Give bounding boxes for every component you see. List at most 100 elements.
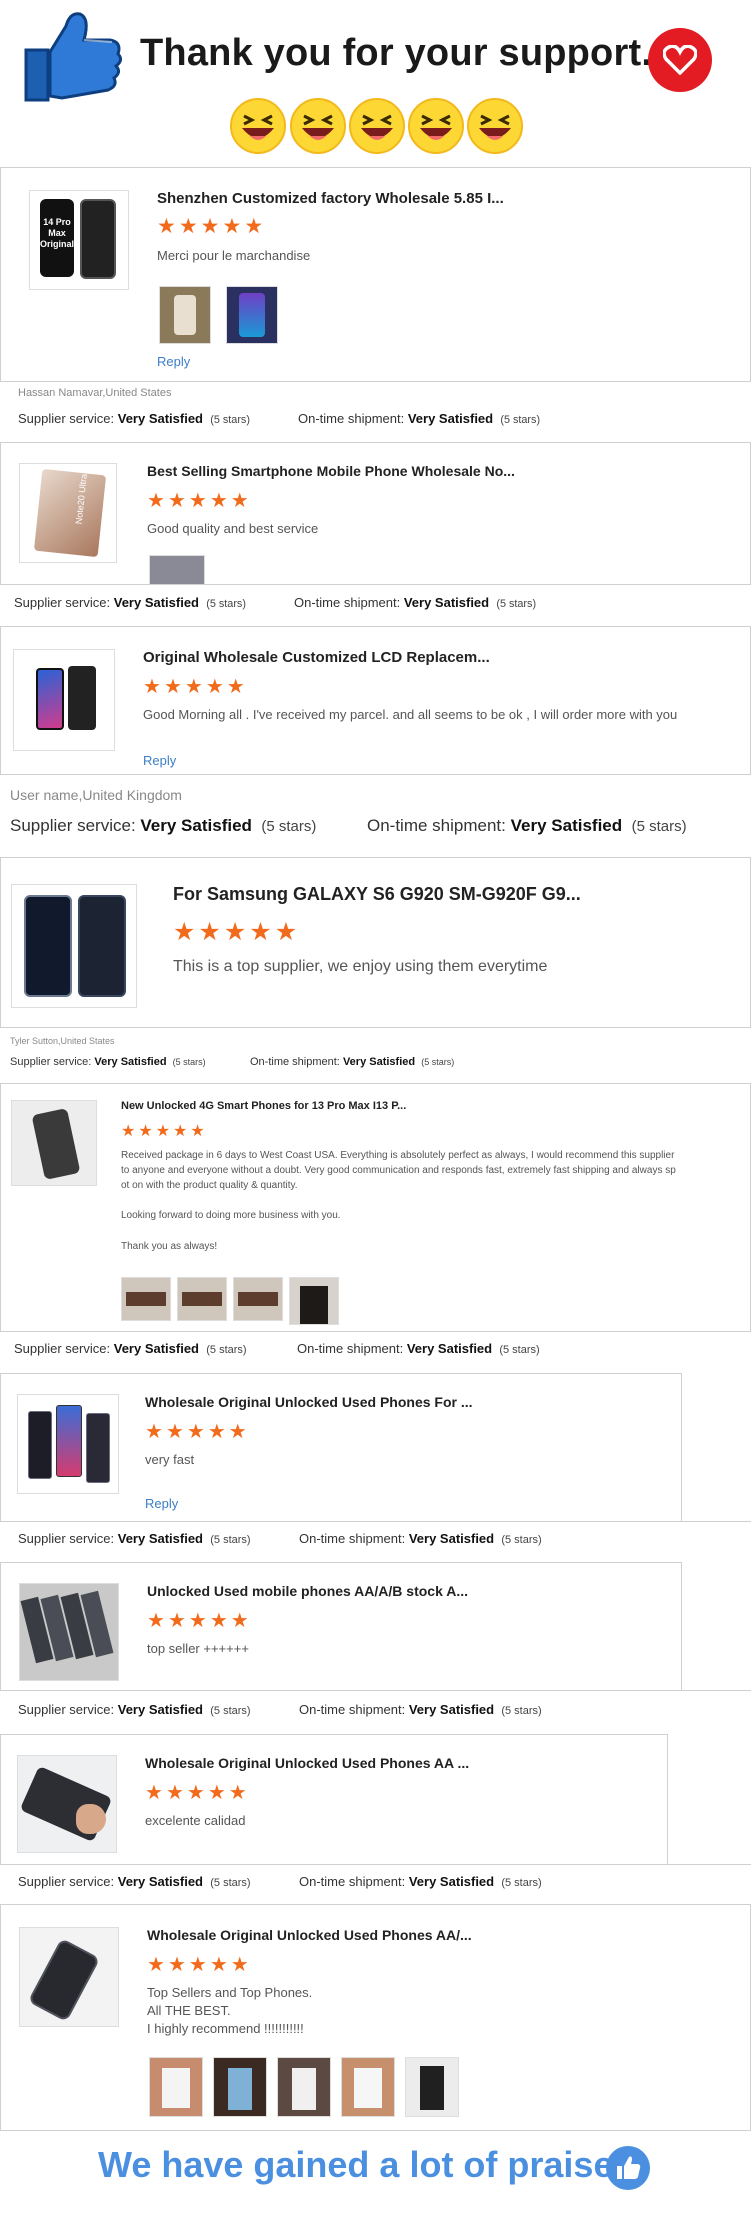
review-card: New Unlocked 4G Smart Phones for 13 Pro … [0,1083,751,1331]
product-title[interactable]: Best Selling Smartphone Mobile Phone Who… [147,463,515,479]
product-image[interactable] [19,1583,119,1681]
star-icon: ★ [167,1610,186,1632]
reply-link[interactable]: Reply [157,354,190,369]
product-title[interactable]: New Unlocked 4G Smart Phones for 13 Pro … [121,1100,406,1112]
thumbs-up-icon [617,2156,641,2179]
review-card: 14 Pro Max Original Shenzhen Customized … [0,167,751,381]
review-photo[interactable] [233,1277,283,1321]
supplier-service-rating: Supplier service: Very Satisfied (5 star… [10,816,317,835]
star-icon: ★ [138,1123,153,1140]
supplier-service-rating: Supplier service: Very Satisfied (5 star… [18,1702,251,1717]
star-rating: ★ ★ ★ ★ ★ [157,216,263,237]
star-icon: ★ [205,676,224,698]
review-text: This is a top supplier, we enjoy using t… [173,958,548,975]
product-image[interactable] [11,1100,97,1186]
review-text: very fast [145,1452,195,1467]
review-photo[interactable] [149,555,205,585]
star-icon: ★ [143,676,161,698]
star-icon: ★ [223,918,247,946]
product-image[interactable] [19,1927,119,2027]
star-icon: ★ [209,490,228,512]
product-title[interactable]: Wholesale Original Unlocked Used Phones … [147,1927,472,1943]
product-image[interactable]: Note20 Ultra [19,463,117,563]
shipment-rating: On-time shipment: Very Satisfied (5 star… [367,816,687,835]
review-photo[interactable] [121,1277,171,1321]
review-photo[interactable] [149,2057,203,2117]
review-photo[interactable] [177,1277,227,1321]
product-image[interactable] [17,1755,117,1853]
star-icon: ★ [186,1421,205,1443]
review-card: Original Wholesale Customized LCD Replac… [0,626,751,774]
review-photo[interactable] [341,2057,395,2117]
review-text: top seller ++++++ [147,1641,249,1656]
star-icon: ★ [207,1421,226,1443]
reply-link[interactable]: Reply [145,1496,178,1511]
product-image[interactable] [11,884,137,1008]
product-title[interactable]: Wholesale Original Unlocked Used Phones … [145,1394,473,1410]
review-photo[interactable] [289,1277,339,1325]
star-icon: ★ [249,918,272,946]
laughing-emoji-icon [290,98,346,154]
product-image[interactable] [13,649,115,751]
star-icon: ★ [190,1123,205,1140]
star-icon: ★ [200,215,220,238]
product-title[interactable]: Shenzhen Customized factory Wholesale 5.… [157,190,504,207]
star-rating: ★ ★ ★ ★ ★ [147,1611,249,1631]
product-title[interactable]: For Samsung GALAXY S6 G920 SM-G920F G9..… [173,884,581,905]
header-banner: Thank you for your support. [0,0,751,165]
review-photo[interactable] [277,2057,331,2117]
star-icon: ★ [173,1123,188,1140]
star-icon: ★ [209,1954,228,1976]
star-rating: ★ ★ ★ ★ ★ [147,491,249,511]
star-rating: ★ ★ ★ ★ ★ [143,677,245,697]
star-rating: ★ ★ ★ ★ ★ [173,920,297,945]
star-icon: ★ [228,1421,247,1443]
review-text: Looking forward to doing more business w… [121,1210,341,1221]
product-image[interactable] [17,1394,119,1494]
review-text: Merci pour le marchandise [157,248,311,263]
review-card: Wholesale Original Unlocked Used Phones … [0,1734,668,1864]
reply-link[interactable]: Reply [143,753,176,768]
star-rating: ★ ★ ★ ★ ★ [121,1124,205,1140]
star-icon: ★ [173,918,196,946]
review-text: All THE BEST. [147,2003,231,2018]
review-card: For Samsung GALAXY S6 G920 SM-G920F G9..… [0,857,751,1027]
star-icon: ★ [147,490,165,512]
review-text: Good quality and best service [147,521,319,536]
star-icon: ★ [274,918,298,946]
review-text: I highly recommend !!!!!!!!!!! [147,2021,304,2036]
product-image[interactable]: 14 Pro Max Original [29,190,129,290]
header-title: Thank you for your support. [140,32,653,74]
star-icon: ★ [147,1610,165,1632]
review-photo[interactable] [226,286,278,344]
star-icon: ★ [147,1954,165,1976]
star-icon: ★ [188,490,207,512]
review-photo[interactable] [213,2057,267,2117]
star-icon: ★ [228,1782,247,1804]
product-title[interactable]: Wholesale Original Unlocked Used Phones … [145,1755,469,1771]
product-title[interactable]: Unlocked Used mobile phones AA/A/B stock… [147,1583,468,1599]
reviewer-name: Hassan Namavar,United States [18,387,172,399]
review-card: Wholesale Original Unlocked Used Phones … [0,1904,751,2130]
review-photo[interactable] [405,2057,459,2117]
star-icon: ★ [209,1610,228,1632]
review-photo[interactable] [159,286,211,344]
footer-title: We have gained a lot of praise. [98,2144,624,2185]
footer-banner: We have gained a lot of praise. [0,2124,751,2217]
star-icon: ★ [230,490,249,512]
product-label: 14 Pro Max Original [40,199,74,277]
shipment-rating: On-time shipment: Very Satisfied (5 star… [299,1531,542,1546]
product-title[interactable]: Original Wholesale Customized LCD Replac… [143,649,490,666]
supplier-service-rating: Supplier service: Very Satisfied (5 star… [14,1341,247,1356]
star-icon: ★ [165,1421,184,1443]
star-icon: ★ [188,1610,207,1632]
star-icon: ★ [165,1782,184,1804]
shipment-rating: On-time shipment: Very Satisfied (5 star… [299,1874,542,1889]
review-text: Good Morning all . I've received my parc… [143,707,678,722]
star-icon: ★ [155,1123,171,1140]
laughing-emoji-icon [349,98,405,154]
heart-badge [648,28,712,92]
star-icon: ★ [121,1123,136,1140]
shipment-rating: On-time shipment: Very Satisfied (5 star… [299,1702,542,1717]
supplier-service-rating: Supplier service: Very Satisfied (5 star… [10,1056,206,1068]
